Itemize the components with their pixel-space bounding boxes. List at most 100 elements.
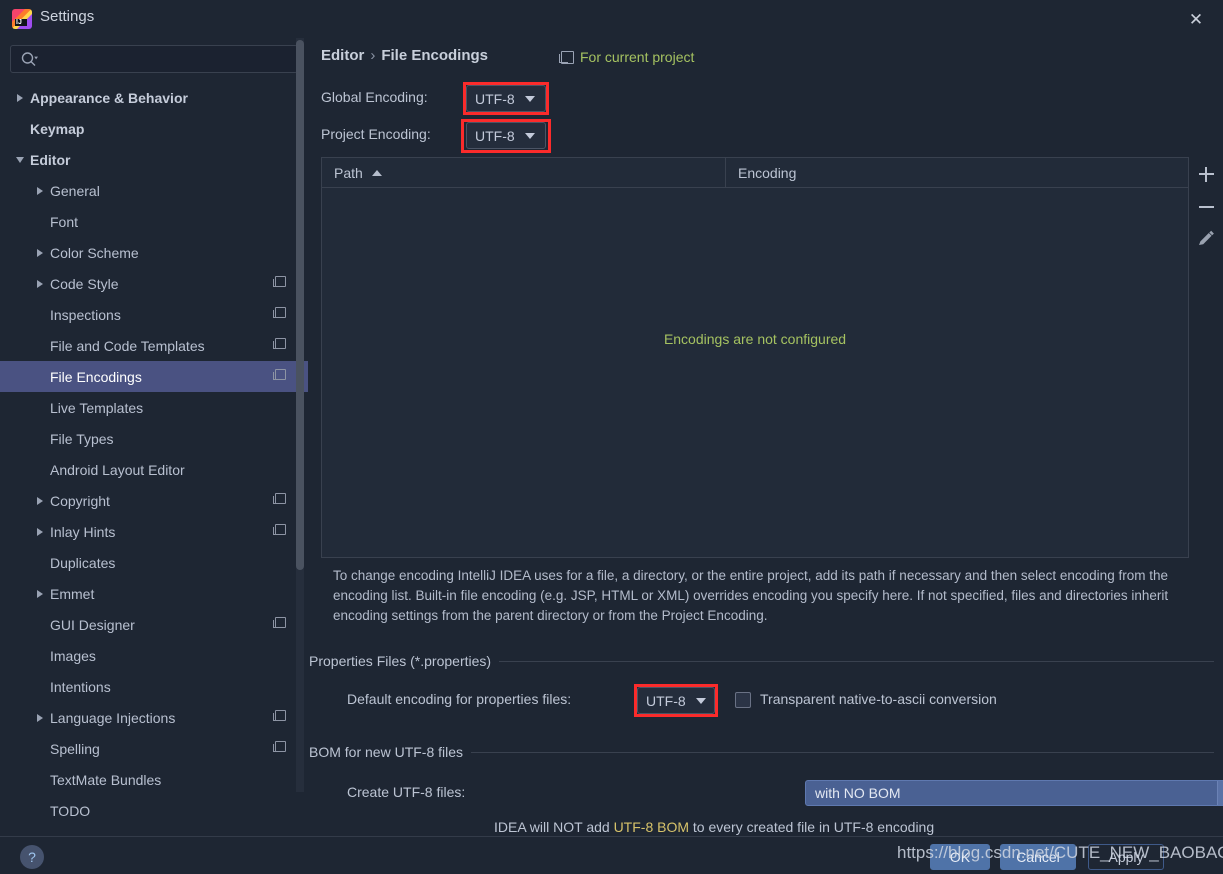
chevron-right-icon[interactable] bbox=[34, 494, 48, 508]
apply-button[interactable]: Apply bbox=[1088, 844, 1164, 870]
chevron-down-icon bbox=[524, 132, 535, 139]
transparent-native-to-ascii-label: Transparent native-to-ascii conversion bbox=[760, 691, 997, 707]
project-encoding-label: Project Encoding: bbox=[321, 126, 431, 142]
sidebar-item-spelling[interactable]: Spelling bbox=[0, 733, 308, 764]
sidebar-item-label: Code Style bbox=[50, 275, 119, 292]
close-icon[interactable]: ✕ bbox=[1177, 4, 1215, 34]
chevron-right-icon[interactable] bbox=[14, 91, 28, 105]
column-header-path[interactable]: Path bbox=[322, 158, 726, 187]
sidebar-item-android-layout-editor[interactable]: Android Layout Editor bbox=[0, 454, 308, 485]
default-properties-encoding-label: Default encoding for properties files: bbox=[347, 691, 572, 707]
chevron-right-icon[interactable] bbox=[34, 587, 48, 601]
sidebar-item-label: Inspections bbox=[50, 306, 121, 323]
table-empty-message: Encodings are not configured bbox=[663, 331, 847, 347]
cancel-button[interactable]: Cancel bbox=[1000, 844, 1076, 870]
sidebar-item-file-and-code-templates[interactable]: File and Code Templates bbox=[0, 330, 308, 361]
chevron-right-icon[interactable] bbox=[34, 711, 48, 725]
sidebar-item-label: Keymap bbox=[30, 120, 85, 137]
chevron-right-icon[interactable] bbox=[34, 525, 48, 539]
properties-section-title: Properties Files (*.properties) bbox=[309, 653, 500, 669]
chevron-right-icon[interactable] bbox=[34, 246, 48, 260]
sidebar-item-label: Images bbox=[50, 647, 96, 664]
edit-icon[interactable] bbox=[1189, 223, 1223, 256]
chevron-down-icon bbox=[695, 697, 706, 704]
transparent-native-to-ascii-checkbox[interactable] bbox=[735, 692, 751, 708]
add-icon[interactable] bbox=[1189, 157, 1223, 190]
settings-sidebar: Appearance & Behavior Keymap Editor General… bbox=[0, 38, 308, 836]
for-current-project-link[interactable]: For current project bbox=[559, 49, 695, 65]
sidebar-item-label: Font bbox=[50, 213, 79, 230]
sidebar-item-label: Editor bbox=[30, 151, 71, 168]
chevron-down-icon bbox=[524, 95, 535, 102]
sidebar-item-label: Copyright bbox=[50, 492, 110, 509]
sidebar-item-inlay-hints[interactable]: Inlay Hints bbox=[0, 516, 308, 547]
sidebar-item-duplicates[interactable]: Duplicates bbox=[0, 547, 308, 578]
sidebar-item-label: Emmet bbox=[50, 585, 95, 602]
bom-hint: IDEA will NOT add UTF-8 BOM to every cre… bbox=[494, 819, 934, 835]
chevron-down-icon[interactable] bbox=[14, 153, 28, 167]
sidebar-item-label: GUI Designer bbox=[50, 616, 135, 633]
project-scope-icon bbox=[273, 369, 286, 380]
chevron-right-icon[interactable] bbox=[34, 277, 48, 291]
ok-button[interactable]: OK bbox=[930, 844, 990, 870]
encodings-description: To change encoding IntelliJ IDEA uses fo… bbox=[333, 568, 1169, 623]
dialog-footer: ? OK Cancel Apply bbox=[0, 836, 1223, 874]
chevron-down-icon[interactable] bbox=[1217, 781, 1223, 805]
sidebar-item-editor[interactable]: Editor bbox=[0, 144, 308, 175]
bom-hint-highlight: UTF-8 BOM bbox=[613, 819, 690, 835]
sidebar-item-appearance-behavior[interactable]: Appearance & Behavior bbox=[0, 82, 308, 113]
sidebar-item-inspections[interactable]: Inspections bbox=[0, 299, 308, 330]
sidebar-item-general[interactable]: General bbox=[0, 175, 308, 206]
remove-icon[interactable] bbox=[1189, 190, 1223, 223]
sidebar-item-label: Spelling bbox=[50, 740, 100, 757]
column-header-encoding[interactable]: Encoding bbox=[726, 158, 796, 187]
sidebar-item-language-injections[interactable]: Language Injections bbox=[0, 702, 308, 733]
sidebar-item-gui-designer[interactable]: GUI Designer bbox=[0, 609, 308, 640]
breadcrumb-parent[interactable]: Editor bbox=[321, 47, 364, 64]
sidebar-item-file-encodings[interactable]: File Encodings bbox=[0, 361, 308, 392]
chevron-right-icon[interactable] bbox=[34, 184, 48, 198]
sidebar-item-intentions[interactable]: Intentions bbox=[0, 671, 308, 702]
sidebar-item-font[interactable]: Font bbox=[0, 206, 308, 237]
search-field[interactable] bbox=[10, 45, 298, 73]
project-scope-icon bbox=[273, 741, 286, 752]
project-scope-icon bbox=[273, 307, 286, 318]
encodings-table[interactable]: Path Encoding Encodings are not configur… bbox=[321, 157, 1189, 558]
sidebar-item-live-templates[interactable]: Live Templates bbox=[0, 392, 308, 423]
global-encoding-combo[interactable]: UTF-8 bbox=[466, 85, 546, 112]
intellij-logo-icon: IJ bbox=[12, 9, 32, 29]
sidebar-item-label: Android Layout Editor bbox=[50, 461, 185, 478]
table-toolbar bbox=[1189, 157, 1223, 558]
search-input[interactable] bbox=[43, 46, 293, 72]
project-scope-label: For current project bbox=[580, 49, 695, 65]
sidebar-item-keymap[interactable]: Keymap bbox=[0, 113, 308, 144]
sidebar-item-label: TextMate Bundles bbox=[50, 771, 162, 788]
sidebar-item-color-scheme[interactable]: Color Scheme bbox=[0, 237, 308, 268]
sidebar-item-textmate-bundles[interactable]: TextMate Bundles bbox=[0, 764, 308, 795]
default-properties-encoding-combo[interactable]: UTF-8 bbox=[637, 687, 715, 714]
sidebar-item-images[interactable]: Images bbox=[0, 640, 308, 671]
sidebar-item-code-style[interactable]: Code Style bbox=[0, 268, 308, 299]
sidebar-scrollbar-thumb[interactable] bbox=[296, 40, 304, 570]
sidebar-item-label: Live Templates bbox=[50, 399, 144, 416]
sidebar-item-emmet[interactable]: Emmet bbox=[0, 578, 308, 609]
sidebar-item-todo[interactable]: TODO bbox=[0, 795, 308, 826]
sidebar-item-file-types[interactable]: File Types bbox=[0, 423, 308, 454]
help-button[interactable]: ? bbox=[20, 845, 44, 869]
project-encoding-combo[interactable]: UTF-8 bbox=[466, 122, 546, 149]
sidebar-item-copyright[interactable]: Copyright bbox=[0, 485, 308, 516]
create-utf8-files-label: Create UTF-8 files: bbox=[347, 784, 466, 800]
sidebar-item-label: File Encodings bbox=[50, 368, 142, 385]
global-encoding-label: Global Encoding: bbox=[321, 89, 428, 105]
create-utf8-files-combo[interactable]: with NO BOM bbox=[805, 780, 1223, 806]
table-header-row: Path Encoding bbox=[322, 158, 1188, 188]
default-properties-encoding-value: UTF-8 bbox=[646, 692, 686, 709]
